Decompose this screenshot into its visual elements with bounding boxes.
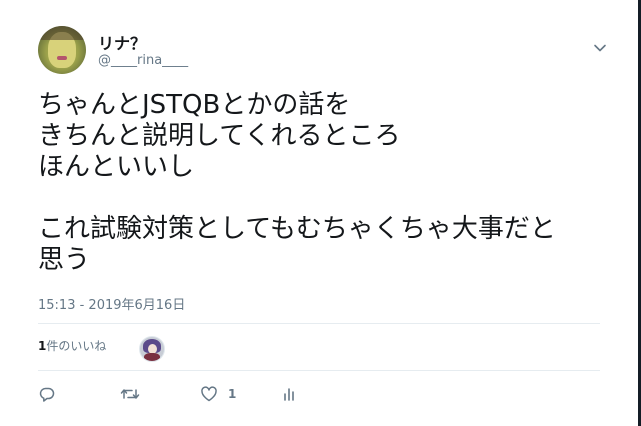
user-handle[interactable]: @____rina____ <box>98 53 188 68</box>
liker-avatar[interactable] <box>139 336 165 362</box>
like-button[interactable]: 1 <box>200 384 236 404</box>
analytics-button[interactable] <box>280 384 298 404</box>
reply-button[interactable] <box>38 384 56 404</box>
divider-bottom <box>38 370 600 371</box>
tweet-header: リナ？ @____rina____ <box>38 26 608 76</box>
like-stats[interactable]: 1件のいいね <box>38 337 106 354</box>
retweet-button[interactable] <box>120 384 140 404</box>
analytics-icon <box>284 388 294 401</box>
display-name[interactable]: リナ？ <box>98 30 146 54</box>
user-avatar[interactable] <box>38 26 86 74</box>
tweet-text: ちゃんとJSTQBとかの話を きちんと説明してくれるところ ほんといいし これ試… <box>38 90 556 275</box>
divider-top <box>38 323 600 324</box>
heart-icon <box>201 386 217 402</box>
like-button-count: 1 <box>228 387 237 401</box>
reply-icon <box>39 387 55 402</box>
like-label: 件のいいね <box>46 339 107 353</box>
avatar-hair <box>38 26 86 40</box>
action-bar: 1 <box>38 384 338 404</box>
retweet-icon <box>120 389 140 399</box>
avatar-mouth <box>57 56 67 60</box>
chevron-down-icon[interactable] <box>592 40 608 56</box>
liker-body <box>144 353 160 361</box>
tweet-timestamp[interactable]: 15:13 - 2019年6月16日 <box>38 294 185 313</box>
